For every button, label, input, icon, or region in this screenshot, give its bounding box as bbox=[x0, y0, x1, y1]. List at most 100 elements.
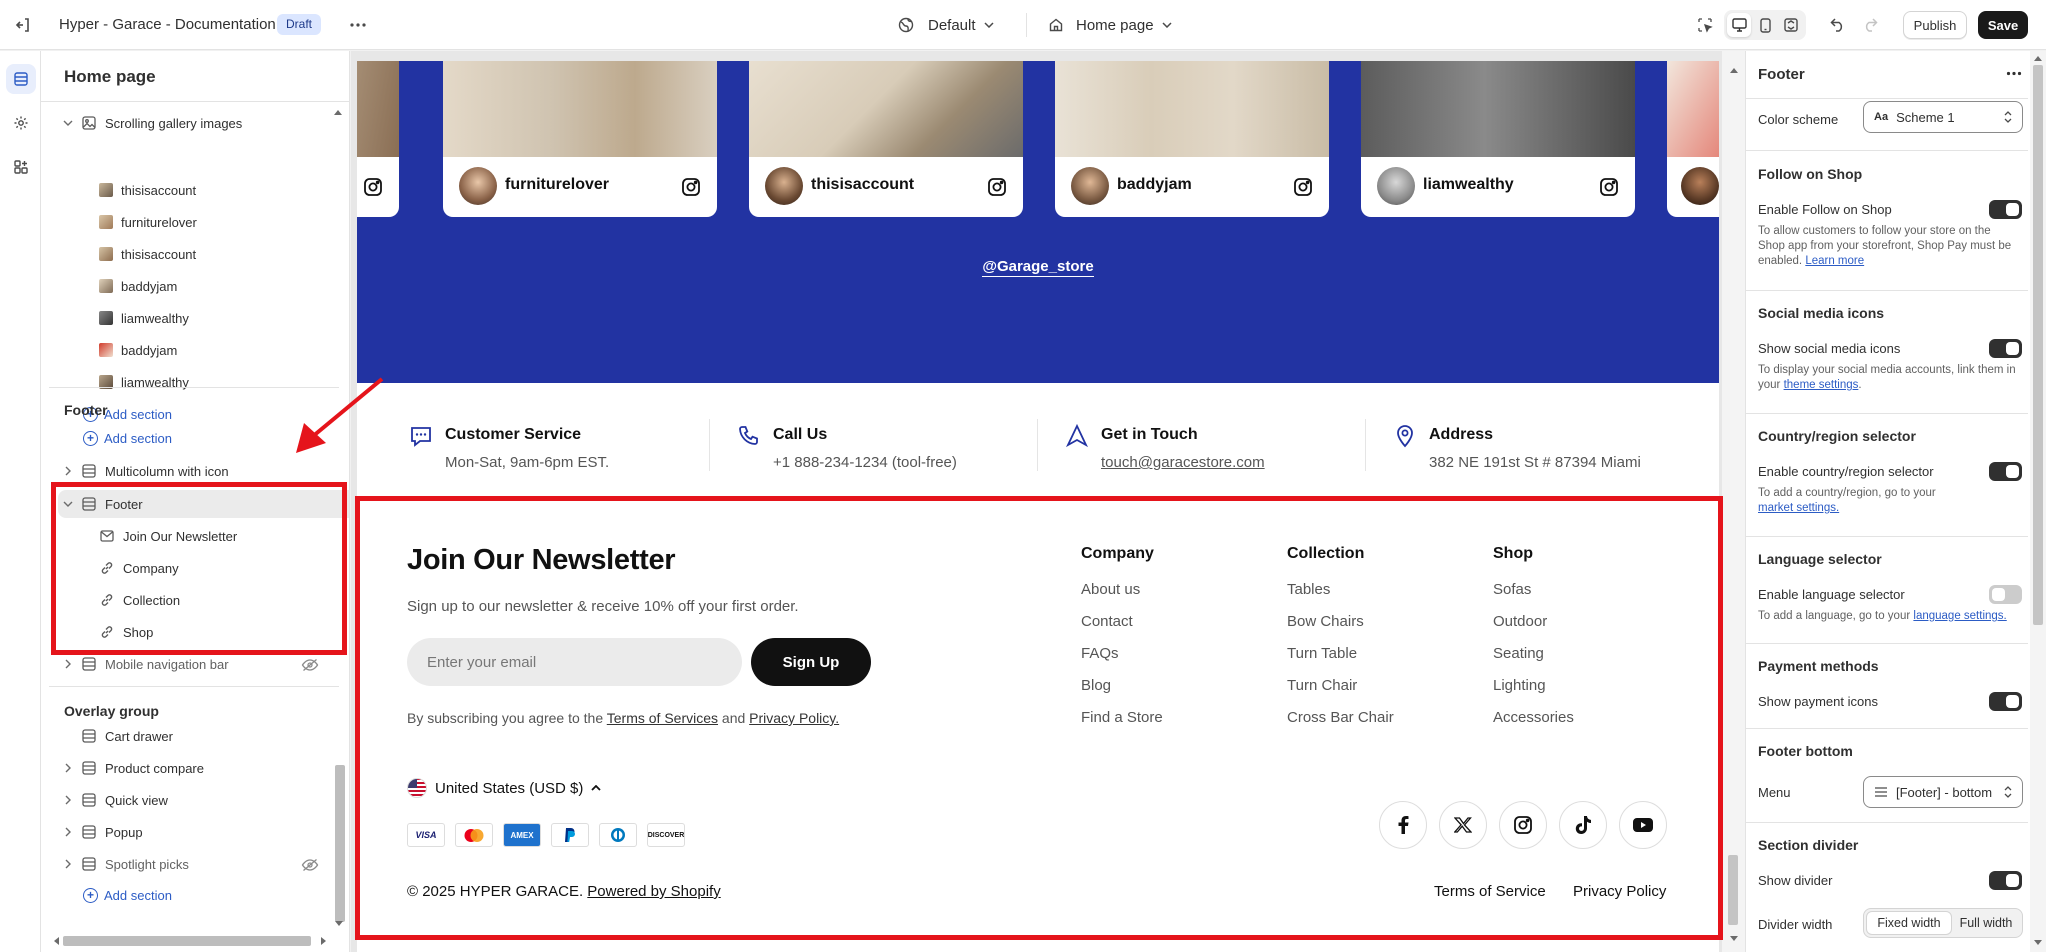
sidebar-block-company[interactable]: Company bbox=[99, 554, 179, 582]
learn-more-link[interactable]: Learn more bbox=[1805, 255, 1864, 267]
scroll-down-arrow-icon[interactable] bbox=[1730, 936, 1738, 942]
terms-of-service-link[interactable]: Terms of Service bbox=[1434, 883, 1546, 900]
menu-select[interactable]: [Footer] - bottom bbox=[1863, 776, 2023, 808]
exit-icon[interactable] bbox=[11, 13, 35, 37]
canvas-scrollbar[interactable] bbox=[1722, 51, 1745, 952]
publish-button[interactable]: Publish bbox=[1903, 11, 1967, 39]
currency-selector[interactable]: United States (USD $) bbox=[407, 778, 602, 798]
theme-selector[interactable]: Default bbox=[898, 14, 994, 36]
terms-of-services-link[interactable]: Terms of Services bbox=[607, 710, 718, 726]
social-media-toggle[interactable] bbox=[1989, 339, 2022, 358]
sidebar-block-gallery-image[interactable]: baddyjam bbox=[99, 336, 177, 364]
scroll-up-arrow-icon[interactable] bbox=[2034, 55, 2042, 61]
footer-link[interactable]: Sofas bbox=[1493, 581, 1574, 613]
mobile-view-icon[interactable] bbox=[1753, 13, 1777, 37]
sidebar-block-collection[interactable]: Collection bbox=[99, 586, 180, 614]
market-settings-link[interactable]: market settings. bbox=[1758, 502, 1839, 514]
footer-link[interactable]: FAQs bbox=[1081, 645, 1163, 677]
full-width-option[interactable]: Full width bbox=[1952, 911, 2020, 935]
page-selector[interactable]: Home page bbox=[1048, 14, 1172, 36]
sidebar-item-product-compare[interactable]: Product compare bbox=[63, 754, 204, 782]
eye-hidden-icon[interactable] bbox=[301, 858, 319, 872]
powered-by-shopify-link[interactable]: Powered by Shopify bbox=[587, 883, 720, 900]
privacy-policy-link[interactable]: Privacy Policy bbox=[1573, 883, 1666, 900]
newsletter-signup-button[interactable]: Sign Up bbox=[751, 638, 871, 686]
footer-link[interactable]: Cross Bar Chair bbox=[1287, 709, 1394, 741]
sidebar-block-gallery-image[interactable]: liamwealthy bbox=[99, 304, 189, 332]
payment-icons-toggle[interactable] bbox=[1989, 692, 2022, 711]
inspector-select-icon[interactable] bbox=[1693, 13, 1717, 37]
undo-icon[interactable] bbox=[1826, 13, 1850, 37]
show-divider-toggle[interactable] bbox=[1989, 871, 2022, 890]
sidebar-block-gallery-image[interactable]: thisisaccount bbox=[99, 240, 196, 268]
store-handle-link[interactable]: @Garage_store bbox=[357, 258, 1719, 277]
language-settings-link[interactable]: language settings. bbox=[1913, 610, 2006, 622]
service-email-link[interactable]: touch@garacestore.com bbox=[1101, 454, 1265, 471]
scroll-down-arrow-icon[interactable] bbox=[2034, 940, 2042, 946]
redo-icon[interactable] bbox=[1858, 13, 1882, 37]
country-selector-toggle[interactable] bbox=[1989, 462, 2022, 481]
scroll-up-arrow-icon[interactable] bbox=[334, 109, 342, 115]
save-button[interactable]: Save bbox=[1978, 11, 2028, 39]
footer-link[interactable]: Outdoor bbox=[1493, 613, 1574, 645]
more-options-icon[interactable] bbox=[2006, 71, 2022, 76]
sidebar-item-popup[interactable]: Popup bbox=[63, 818, 143, 846]
fixed-width-option[interactable]: Fixed width bbox=[1866, 911, 1952, 935]
tiktok-icon[interactable] bbox=[1559, 801, 1607, 849]
gallery-card[interactable] bbox=[1667, 61, 1719, 217]
settings-scrollbar[interactable] bbox=[2030, 51, 2046, 952]
color-scheme-select[interactable]: Aa Scheme 1 bbox=[1863, 101, 2023, 133]
theme-settings-link[interactable]: theme settings bbox=[1784, 379, 1859, 391]
newsletter-email-input[interactable] bbox=[407, 638, 742, 686]
sidebar-block-shop[interactable]: Shop bbox=[99, 618, 153, 646]
sidebar-item-multicolumn[interactable]: Multicolumn with icon bbox=[63, 457, 229, 485]
sidebar-block-gallery-image[interactable]: thisisaccount bbox=[99, 176, 196, 204]
horizontal-scrollbar-thumb[interactable] bbox=[63, 936, 311, 946]
eye-hidden-icon[interactable] bbox=[301, 658, 319, 672]
footer-link[interactable]: Seating bbox=[1493, 645, 1574, 677]
follow-on-shop-toggle[interactable] bbox=[1989, 200, 2022, 219]
sidebar-item-scrolling-gallery[interactable]: Scrolling gallery images bbox=[63, 109, 242, 137]
scroll-down-arrow-icon[interactable] bbox=[335, 921, 343, 927]
sidebar-item-quick-view[interactable]: Quick view bbox=[63, 786, 168, 814]
footer-link[interactable]: Turn Chair bbox=[1287, 677, 1394, 709]
fullscreen-view-icon[interactable] bbox=[1779, 13, 1803, 37]
footer-link[interactable]: Contact bbox=[1081, 613, 1163, 645]
settings-scrollbar-thumb[interactable] bbox=[2033, 65, 2043, 625]
gallery-card[interactable] bbox=[357, 61, 399, 217]
sidebar-item-footer[interactable]: Footer bbox=[63, 490, 143, 518]
vertical-scrollbar-thumb[interactable] bbox=[335, 765, 345, 922]
desktop-view-icon[interactable] bbox=[1727, 13, 1751, 37]
sidebar-block-gallery-image[interactable]: furniturelover bbox=[99, 208, 197, 236]
footer-link[interactable]: Tables bbox=[1287, 581, 1394, 613]
youtube-icon[interactable] bbox=[1619, 801, 1667, 849]
gallery-card[interactable]: liamwealthy bbox=[1361, 61, 1635, 217]
sidebar-block-newsletter[interactable]: Join Our Newsletter bbox=[99, 522, 237, 550]
footer-link[interactable]: About us bbox=[1081, 581, 1163, 613]
language-selector-toggle[interactable] bbox=[1989, 585, 2022, 604]
facebook-icon[interactable] bbox=[1379, 801, 1427, 849]
sidebar-item-cart-drawer[interactable]: Cart drawer bbox=[81, 722, 173, 750]
canvas-scrollbar-thumb[interactable] bbox=[1728, 855, 1738, 925]
sections-icon[interactable] bbox=[6, 64, 36, 94]
sidebar-item-spotlight-picks[interactable]: Spotlight picks bbox=[63, 850, 189, 878]
add-section-button[interactable]: + Add section bbox=[83, 426, 172, 450]
footer-link[interactable]: Accessories bbox=[1493, 709, 1574, 741]
privacy-policy-link[interactable]: Privacy Policy. bbox=[749, 710, 839, 726]
settings-gear-icon[interactable] bbox=[6, 108, 36, 138]
footer-link[interactable]: Bow Chairs bbox=[1287, 613, 1394, 645]
sidebar-block-gallery-image[interactable]: baddyjam bbox=[99, 272, 177, 300]
scroll-left-arrow-icon[interactable] bbox=[53, 937, 59, 945]
instagram-icon[interactable] bbox=[1499, 801, 1547, 849]
scroll-right-arrow-icon[interactable] bbox=[321, 937, 327, 945]
gallery-card[interactable]: thisisaccount bbox=[749, 61, 1023, 217]
sidebar-block-gallery-image[interactable]: liamwealthy bbox=[99, 368, 189, 396]
app-embeds-icon[interactable] bbox=[6, 152, 36, 182]
scroll-up-arrow-icon[interactable] bbox=[1730, 67, 1738, 73]
more-options-icon[interactable] bbox=[346, 13, 370, 37]
add-section-button[interactable]: + Add section bbox=[83, 883, 172, 907]
gallery-card[interactable]: furniturelover bbox=[443, 61, 717, 217]
footer-link[interactable]: Lighting bbox=[1493, 677, 1574, 709]
footer-link[interactable]: Turn Table bbox=[1287, 645, 1394, 677]
x-icon[interactable] bbox=[1439, 801, 1487, 849]
